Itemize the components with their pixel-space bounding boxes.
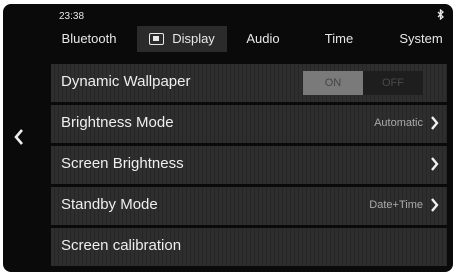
- row-label: Dynamic Wallpaper: [61, 73, 191, 90]
- row-label: Screen calibration: [61, 237, 182, 254]
- chevron-left-icon[interactable]: [13, 128, 25, 146]
- toggle-off[interactable]: OFF: [363, 71, 423, 95]
- row-screen-brightness[interactable]: Screen Brightness: [51, 146, 447, 184]
- screen: 23:38 Bluetooth Display Audio Time Syste…: [3, 4, 453, 272]
- tab-bluetooth[interactable]: Bluetooth: [49, 26, 129, 52]
- tab-bar: Bluetooth Display Audio Time System: [49, 26, 453, 52]
- tab-time[interactable]: Time: [311, 26, 367, 52]
- tab-audio[interactable]: Audio: [233, 26, 293, 52]
- toggle-on[interactable]: ON: [303, 71, 363, 95]
- row-dynamic-wallpaper[interactable]: Dynamic Wallpaper ON OFF: [51, 64, 447, 102]
- row-brightness-mode[interactable]: Brightness Mode Automatic: [51, 105, 447, 143]
- chevron-right-icon: [430, 197, 439, 218]
- chevron-right-icon: [430, 156, 439, 177]
- status-time: 23:38: [59, 11, 85, 22]
- row-value: Date+Time: [369, 199, 423, 211]
- tab-label: System: [399, 31, 443, 46]
- row-label: Screen Brightness: [61, 155, 184, 172]
- tab-system[interactable]: System: [389, 26, 453, 52]
- row-label: Brightness Mode: [61, 114, 174, 131]
- row-screen-calibration[interactable]: Screen calibration: [51, 228, 447, 266]
- bluetooth-icon: [437, 8, 445, 23]
- tab-label: Audio: [246, 31, 280, 46]
- row-label: Standby Mode: [61, 196, 158, 213]
- settings-list: Dynamic Wallpaper ON OFF Brightness Mode…: [51, 64, 447, 269]
- display-icon: [149, 32, 165, 45]
- wallpaper-toggle[interactable]: ON OFF: [303, 71, 423, 95]
- tab-label: Time: [324, 31, 354, 46]
- chevron-right-icon: [430, 115, 439, 136]
- tab-label: Bluetooth: [61, 31, 117, 46]
- tab-display[interactable]: Display: [137, 26, 227, 52]
- row-standby-mode[interactable]: Standby Mode Date+Time: [51, 187, 447, 225]
- tab-label: Display: [172, 31, 215, 46]
- row-value: Automatic: [374, 117, 423, 129]
